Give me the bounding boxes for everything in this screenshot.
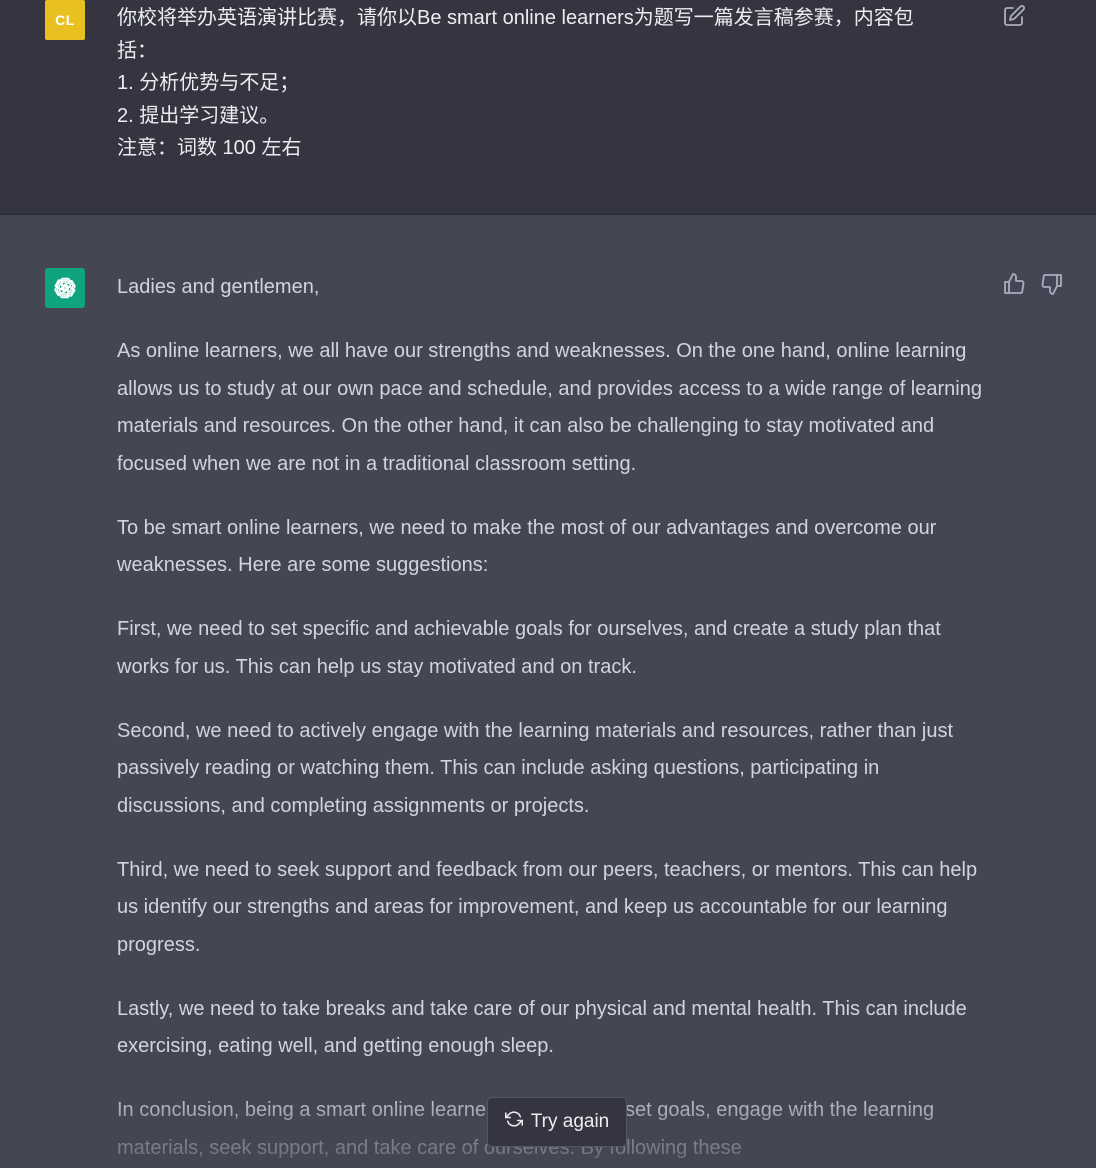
user-message-line: 2. 提出学习建议。: [117, 104, 280, 127]
assistant-message: Ladies and gentlemen, As online learners…: [0, 215, 1096, 1168]
user-message-line: 1. 分析优势与不足；: [117, 72, 300, 94]
user-message-text: 你校将举办英语演讲比赛，请你以Be smart online learners为…: [117, 2, 987, 165]
reply-paragraph: Ladies and gentlemen,: [117, 276, 320, 298]
reply-paragraph: Lastly, we need to take breaks and take …: [117, 997, 967, 1058]
try-again-button[interactable]: Try again: [487, 1097, 627, 1147]
reply-paragraph: Third, we need to seek support and feedb…: [117, 858, 978, 956]
user-message-line: 括：: [117, 39, 157, 62]
user-message: CL 你校将举办英语演讲比赛，请你以Be smart online learne…: [0, 0, 1096, 215]
reply-paragraph: As online learners, we all have our stre…: [117, 340, 982, 475]
openai-logo-icon: [45, 268, 85, 308]
thumbs-down-icon[interactable]: [1040, 272, 1064, 296]
reply-paragraph: First, we need to set specific and achie…: [117, 618, 941, 678]
assistant-message-text: Ladies and gentlemen, As online learners…: [117, 269, 992, 1168]
user-message-line: 你校将举办英语演讲比赛，请你以Be smart online learners为…: [117, 7, 914, 29]
reply-paragraph: Second, we need to actively engage with …: [117, 719, 954, 817]
user-avatar: CL: [45, 0, 85, 40]
refresh-icon: [504, 1110, 523, 1134]
edit-icon[interactable]: [1002, 4, 1026, 28]
try-again-label: Try again: [530, 1111, 610, 1132]
chat-page: CL 你校将举办英语演讲比赛，请你以Be smart online learne…: [0, 0, 1096, 1168]
user-message-line: 注意：词数 100 左右: [117, 137, 302, 159]
reply-paragraph: To be smart online learners, we need to …: [117, 516, 937, 577]
thumbs-up-icon[interactable]: [1002, 272, 1026, 296]
user-avatar-initials: CL: [55, 12, 75, 28]
